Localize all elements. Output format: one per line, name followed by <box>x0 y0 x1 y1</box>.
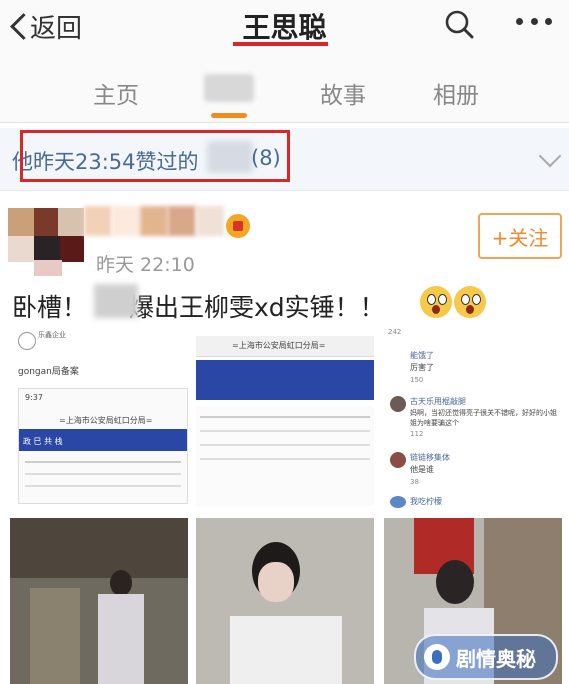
active-tab-indicator <box>211 113 247 118</box>
post-text-before: 卧槽！ <box>12 293 88 322</box>
post-image-1[interactable]: 乐鑫企业 gongan局备案 9:37 =上海市公安局虹口分局= 政 巳 共 栈 <box>10 326 188 510</box>
post-text: 卧槽！ 爆出王柳雯xd实锤！！ <box>12 288 385 324</box>
page-title: 王思聪 <box>242 11 327 44</box>
comment-likes-3: 38 <box>410 478 419 486</box>
doc-heading: gongan局备案 <box>18 367 79 377</box>
shocked-emoji-icon <box>420 286 452 318</box>
redacted-name <box>94 284 138 318</box>
account-name: 乐鑫企业 <box>38 331 66 339</box>
follow-button[interactable]: +关注 <box>478 213 562 259</box>
comment-name-3: 链链移集体 <box>410 453 450 462</box>
profile-tabs <box>0 58 569 123</box>
username-redacted[interactable] <box>84 206 224 236</box>
comment-text-3: 他是谁 <box>410 465 434 474</box>
title-underline <box>233 42 328 46</box>
comment-name-1: 能饿了 <box>410 351 434 360</box>
search-icon[interactable] <box>444 9 474 39</box>
post-time: 昨天 22:10 <box>96 254 195 276</box>
vip-badge-icon <box>226 214 250 238</box>
comment-name-2: 古天乐用棍敲腿 <box>410 397 466 406</box>
phone-clock: 9:37 <box>25 393 43 402</box>
watermark-logo-icon <box>424 644 450 670</box>
comment-text-1: 厉害了 <box>410 363 434 372</box>
highlight-box <box>20 130 290 182</box>
avatar[interactable] <box>8 208 84 276</box>
watermark-text: 剧情奥秘 <box>456 646 536 671</box>
shocked-emoji-icon-2 <box>454 286 486 318</box>
post-photo-2[interactable] <box>196 518 374 684</box>
site-title-2: =上海市公安局虹口分局= <box>232 341 326 350</box>
comment-likes-0: 242 <box>388 328 402 336</box>
post-photo-1[interactable] <box>10 518 188 684</box>
watermark: 剧情奥秘 <box>414 634 558 680</box>
site-title-1: =上海市公安局虹口分局= <box>59 416 153 425</box>
comment-likes-2: 112 <box>410 430 424 438</box>
more-icon[interactable] <box>516 18 552 28</box>
tab-weibo-blurred[interactable] <box>204 74 254 102</box>
comment-text-2: 妈啊，当初还觉得亮子很关不错呢，好好的小姐姐为啥要骗这个 <box>410 409 557 427</box>
top-bar: 返回 王思聪 <box>0 0 569 58</box>
post-image-3[interactable]: 242 能饿了 厉害了 150 古天乐用棍敲腿 妈啊，当初还觉得亮子很关不错呢，… <box>384 326 562 510</box>
tab-home[interactable]: 主页 <box>93 76 139 110</box>
tab-album[interactable]: 相册 <box>433 76 479 110</box>
tab-stories[interactable]: 故事 <box>320 76 366 110</box>
comment-name-4: 我吃柠檬 <box>410 497 442 506</box>
post-image-2[interactable]: =上海市公安局虹口分局= <box>196 326 374 510</box>
site-banner: 政 巳 共 栈 <box>23 437 63 446</box>
post-text-after: 爆出王柳雯xd实锤！！ <box>129 293 385 322</box>
comment-likes-1: 150 <box>410 376 424 384</box>
